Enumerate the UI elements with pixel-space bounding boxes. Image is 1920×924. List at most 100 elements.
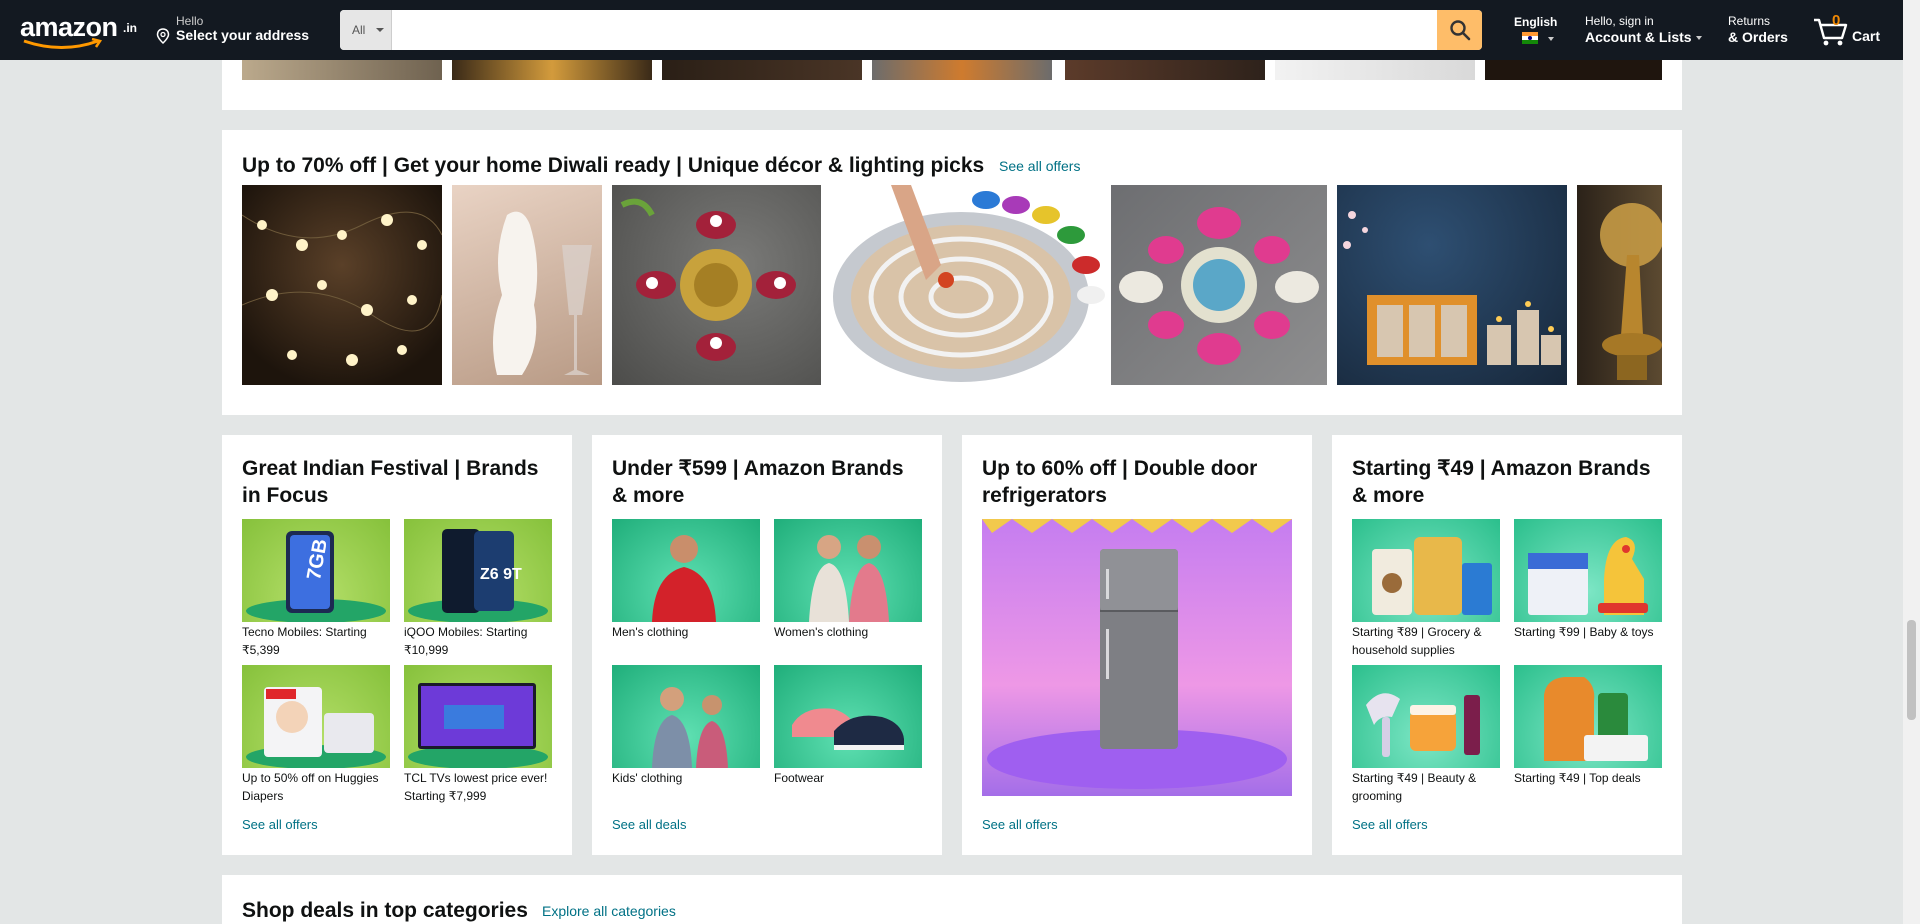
two-women-illustration (809, 535, 889, 622)
item-caption[interactable]: iQOO Mobiles: Starting ₹10,999 (404, 623, 552, 659)
tcl-tvs-image[interactable] (404, 665, 552, 768)
search-input[interactable] (392, 10, 1434, 50)
product-image[interactable] (242, 60, 442, 80)
top-categories-section: Shop deals in top categories Explore all… (222, 875, 1682, 924)
deliver-greeting: Hello (176, 14, 204, 28)
sign-in-greeting: Hello, sign in (1585, 14, 1654, 28)
item-caption[interactable]: Starting ₹89 | Grocery & household suppl… (1352, 623, 1500, 659)
see-all-offers-link[interactable]: See all offers (242, 817, 318, 832)
refrigerator-image[interactable] (982, 519, 1292, 796)
cart-label: Cart (1852, 28, 1881, 44)
section-title: Up to 70% off | Get your home Diwali rea… (242, 154, 985, 177)
baby-toys-illustration (1528, 537, 1648, 615)
search-button[interactable] (1437, 10, 1482, 50)
see-all-offers-link[interactable]: See all offers (982, 817, 1058, 832)
rangoli-stencil-illustration (833, 185, 1105, 382)
explore-all-categories-link[interactable]: Explore all categories (542, 903, 676, 919)
brass-lamp-image[interactable] (1577, 185, 1662, 385)
candle-sculpture-illustration (493, 211, 592, 375)
grocery-products-illustration (1372, 537, 1492, 615)
candle-gift-set-image[interactable] (1337, 185, 1567, 385)
huggies-pack-illustration (246, 687, 386, 768)
kids-clothing-image[interactable] (612, 665, 760, 768)
refrigerator-illustration (982, 519, 1292, 789)
cart-link[interactable]: 0 Cart (1812, 12, 1882, 48)
account-lists-label: Account & Lists (1585, 29, 1702, 45)
product-image[interactable] (1065, 60, 1265, 80)
product-image[interactable] (452, 60, 652, 80)
language-selector[interactable]: English (1514, 15, 1558, 44)
brands-in-focus-card: Great Indian Festival | Brands in Focus … (222, 435, 572, 855)
scrollbar-thumb[interactable] (1907, 620, 1916, 720)
search-category-dropdown[interactable]: All (340, 10, 392, 50)
item-caption[interactable]: Starting ₹99 | Baby & toys (1514, 623, 1662, 641)
item-caption[interactable]: Up to 50% off on Huggies Diapers (242, 769, 390, 805)
search-bar: All (340, 10, 1482, 50)
item-caption[interactable]: Tecno Mobiles: Starting ₹5,399 (242, 623, 390, 659)
item-caption[interactable]: TCL TVs lowest price ever! Starting ₹7,9… (404, 769, 552, 805)
see-all-offers-link[interactable]: See all offers (999, 158, 1080, 174)
item-caption[interactable]: Kids' clothing (612, 769, 760, 787)
card-title: Great Indian Festival | Brands in Focus (242, 457, 539, 507)
tecno-phone-illustration: 7GB (246, 531, 386, 622)
sculpture-candle-image[interactable] (452, 185, 602, 385)
chevron-down-icon (1695, 36, 1702, 41)
product-image[interactable] (1485, 60, 1662, 80)
lotus-diya-illustration (620, 198, 796, 361)
womens-clothing-image[interactable] (774, 519, 922, 622)
item-caption[interactable]: Footwear (774, 769, 922, 787)
amazon-logo[interactable]: amazon .in (20, 12, 138, 49)
iqoo-mobiles-image[interactable]: Z6 9T (404, 519, 552, 622)
huggies-diapers-image[interactable] (242, 665, 390, 768)
orders-label: & Orders (1728, 29, 1788, 45)
grocery-image[interactable] (1352, 519, 1500, 622)
mens-clothing-image[interactable] (612, 519, 760, 622)
brass-peacock-lamp-illustration (1600, 203, 1662, 380)
previous-section-card (222, 60, 1682, 110)
item-caption[interactable]: Starting ₹49 | Beauty & grooming (1352, 769, 1500, 805)
beauty-products-illustration (1366, 693, 1480, 757)
top-deals-image[interactable] (1514, 665, 1662, 768)
see-all-deals-link[interactable]: See all deals (612, 817, 686, 832)
account-lists-text: Account & Lists (1585, 29, 1692, 45)
footwear-image[interactable] (774, 665, 922, 768)
amazon-brands-from-49-card: Starting ₹49 | Amazon Brands & more Star… (1332, 435, 1682, 855)
card-title: Under ₹599 | Amazon Brands & more (612, 457, 904, 507)
amazon-brands-under-599-card: Under ₹599 | Amazon Brands & more Men's … (592, 435, 942, 855)
returns-label: Returns (1728, 14, 1771, 28)
product-image[interactable] (1275, 60, 1475, 80)
diya-rangoli-image[interactable] (612, 185, 821, 385)
top-navigation-bar: amazon .in Hello Select your address All… (0, 0, 1920, 60)
india-flag-icon (1522, 32, 1538, 44)
product-image[interactable] (662, 60, 862, 80)
chevron-down-icon (376, 28, 384, 32)
language-label: English (1514, 15, 1558, 29)
diwali-decor-section: Up to 70% off | Get your home Diwali rea… (222, 130, 1682, 415)
smile-arrow-icon (23, 38, 103, 49)
card-title: Up to 60% off | Double door refrigerator… (982, 457, 1258, 507)
item-caption[interactable]: Starting ₹49 | Top deals (1514, 769, 1662, 787)
baby-toys-image[interactable] (1514, 519, 1662, 622)
card-title: Starting ₹49 | Amazon Brands & more (1352, 457, 1651, 507)
product-image[interactable] (872, 60, 1052, 80)
item-caption[interactable]: Men's clothing (612, 623, 760, 641)
tecno-mobiles-image[interactable]: 7GB (242, 519, 390, 622)
kids-illustration (652, 687, 728, 768)
item-caption[interactable]: Women's clothing (774, 623, 922, 641)
pichwai-rangoli-image[interactable] (1111, 185, 1327, 385)
sneakers-illustration (792, 708, 904, 750)
deliver-address: Select your address (176, 27, 310, 43)
phone-badge-text: Z6 9T (480, 566, 522, 583)
cart-icon (1814, 18, 1848, 46)
fairy-lights-illustration (242, 211, 442, 366)
rangoli-stencil-image[interactable] (831, 185, 1111, 385)
fairy-lights-image[interactable] (242, 185, 442, 385)
search-icon (1449, 20, 1470, 41)
beauty-grooming-image[interactable] (1352, 665, 1500, 768)
top-deals-products-illustration (1544, 677, 1648, 761)
see-all-offers-link[interactable]: See all offers (1352, 817, 1428, 832)
returns-and-orders-link[interactable]: Returns & Orders (1728, 14, 1788, 45)
logo-domain: .in (123, 21, 137, 35)
account-and-lists-menu[interactable]: Hello, sign in Account & Lists (1585, 14, 1702, 45)
page-scrollbar[interactable] (1903, 0, 1920, 924)
